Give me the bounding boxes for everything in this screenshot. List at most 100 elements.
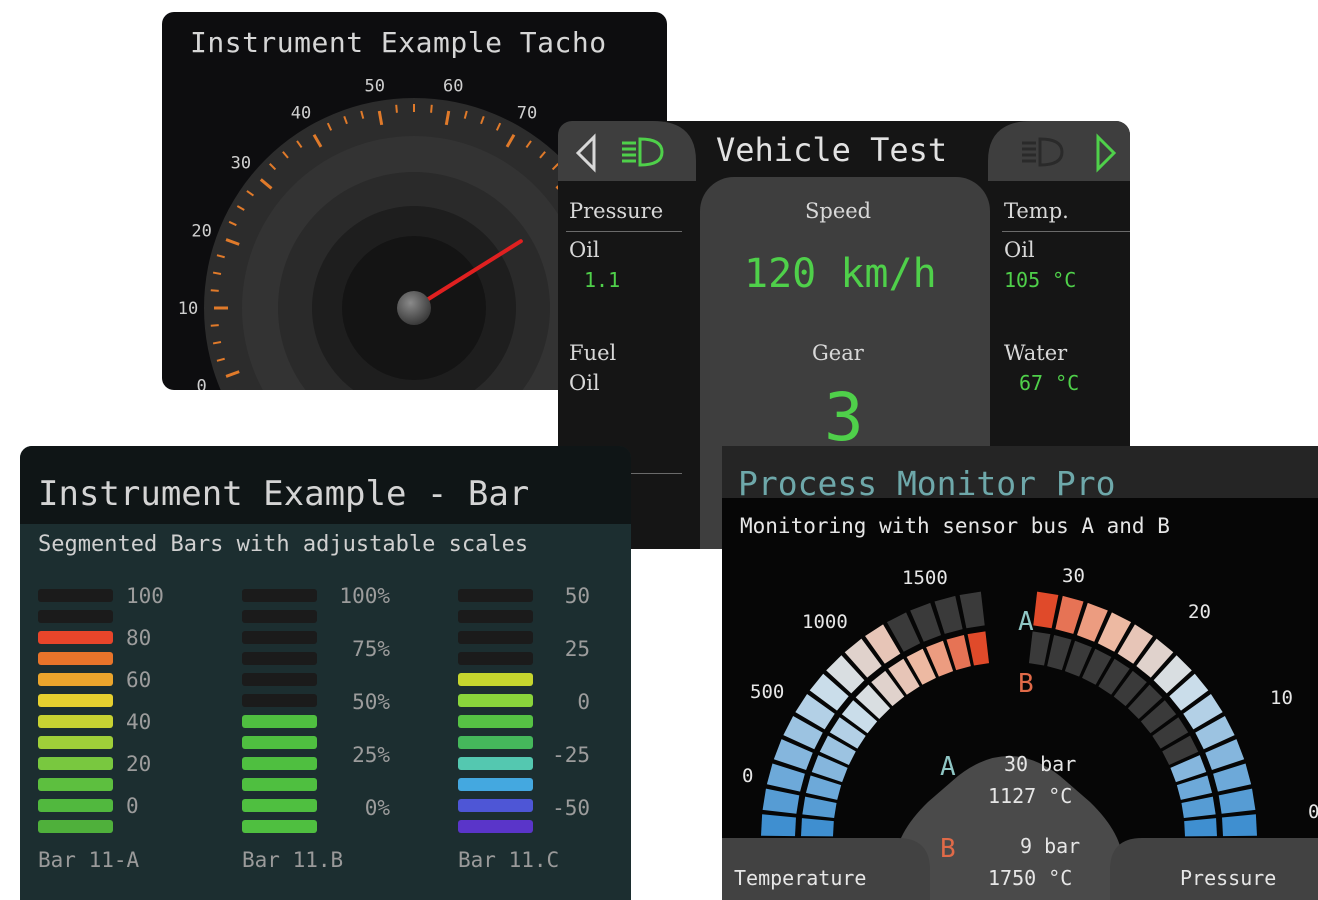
bus-a-temperature: 1127 °C: [988, 784, 1073, 808]
temperature-scale-label: 1000: [802, 611, 848, 633]
tacho-tick: [210, 289, 219, 292]
bar-a-segment: [38, 757, 113, 770]
bar-b-segment: [242, 610, 317, 623]
temperature-a-segment: [761, 814, 796, 837]
arc-label-b: B: [1018, 669, 1034, 699]
bar-c-segment: [458, 610, 533, 623]
arc-label-a: A: [1018, 607, 1034, 637]
bus-a-marker: A: [940, 752, 956, 782]
bar-b-segment: [242, 778, 317, 791]
tacho-scale-label: 10: [178, 299, 198, 319]
bar-b-segment: [242, 673, 317, 686]
pressure-b-segment: [1181, 796, 1216, 819]
temperature-scale-label: 0: [742, 765, 753, 787]
tacho-scale-label: 0: [197, 376, 207, 390]
bus-b-pressure: 9 bar: [1020, 834, 1081, 858]
bar-a-label: Bar 11-A: [38, 848, 140, 872]
temperature-scale-label: 1500: [902, 567, 948, 589]
temperature-b-segment: [802, 796, 837, 819]
bar-c-scale-label: -25: [552, 743, 590, 767]
bar-b-scale-label: 75%: [352, 637, 390, 661]
bar-b-label: Bar 11.B: [242, 848, 344, 872]
bar-a-scale-label: 20: [126, 752, 152, 776]
pressure-heading: Pressure: [569, 199, 664, 223]
bar-c-segment: [458, 589, 533, 602]
temperature-b-segment: [967, 631, 990, 666]
tacho-tick: [210, 324, 219, 327]
bar-instrument-panel: Instrument Example - Bar Segmented Bars …: [20, 446, 631, 900]
bar-b-segment: [242, 589, 317, 602]
pressure-a-segment: [1033, 591, 1059, 629]
bar-c-segment: [458, 631, 533, 644]
speed-heading: Speed: [805, 199, 872, 223]
bar-b-segment: [242, 736, 317, 749]
temp-divider: [1002, 231, 1130, 232]
tacho-tick: [212, 271, 222, 275]
bar-a-segment: [38, 778, 113, 791]
pressure-a-segment: [1222, 814, 1257, 837]
process-dual-gauge: 0 500 1000 1500 30 20 10 0 A B: [722, 565, 1318, 900]
gear-label: Gear: [812, 341, 864, 365]
bus-a-pressure: 30 bar: [1004, 752, 1077, 776]
temp-oil-label: Oil: [1004, 238, 1035, 262]
bar-a-scale-label: 60: [126, 668, 152, 692]
pressure-fuel-oil-label: Oil: [569, 371, 600, 395]
tacho-hub: [397, 291, 431, 325]
bar-c-segment: [458, 715, 533, 728]
pressure-scale-label: 0: [1308, 801, 1318, 823]
bar-c-scale-label: 50: [564, 584, 590, 608]
bus-b-temperature: 1750 °C: [988, 866, 1073, 890]
temperature-a-segment: [959, 591, 985, 629]
next-arrow-icon[interactable]: [1090, 133, 1120, 173]
pressure-oil-value: 1.1: [584, 268, 621, 292]
tacho-scale-label: 20: [191, 222, 211, 242]
speed-value: 120 km/h: [744, 251, 937, 297]
bar-a-scale-label: 100: [126, 584, 164, 608]
bar-a-segment: [38, 694, 113, 707]
bar-subtitle: Segmented Bars with adjustable scales: [38, 532, 529, 557]
bar-b-segment: [242, 694, 317, 707]
vehicle-title: Vehicle Test: [716, 131, 948, 169]
previous-arrow-icon[interactable]: [572, 133, 602, 173]
pressure-scale-label: 10: [1270, 687, 1293, 709]
temp-water-value: 67 °C: [1019, 371, 1080, 395]
pressure-scale-label: 20: [1188, 601, 1211, 623]
bar-a-segment: [38, 799, 113, 812]
tacho-scale-label: 70: [517, 103, 537, 123]
tacho-tick: [212, 341, 222, 345]
bar-b-segment: [242, 715, 317, 728]
temp-oil-value: 105 °C: [1004, 268, 1077, 292]
bar-c-segment: [458, 652, 533, 665]
bar-c-scale-label: 25: [564, 637, 590, 661]
pressure-a-segment: [1218, 788, 1256, 814]
bar-c-segment: [458, 736, 533, 749]
pressure-oil-label: Oil: [569, 238, 600, 262]
bar-b-segment: [242, 799, 317, 812]
tacho-scale-label: 50: [365, 76, 385, 96]
bar-b-scale-label: 50%: [352, 690, 390, 714]
gear-value: 3: [824, 379, 864, 456]
bar-a-segment: [38, 715, 113, 728]
pressure-b-segment: [1184, 818, 1217, 837]
tacho-scale-label: 30: [231, 154, 251, 174]
bar-title: Instrument Example - Bar: [38, 474, 530, 514]
bar-b-segment: [242, 820, 317, 833]
bar-a-segment: [38, 652, 113, 665]
bar-c-scale-label: -50: [552, 796, 590, 820]
bar-c-segment: [458, 694, 533, 707]
bar-a-segment: [38, 736, 113, 749]
tacho-scale-label: 60: [443, 76, 463, 96]
bar-b-segment: [242, 652, 317, 665]
tacho-scale-label: 40: [291, 103, 311, 123]
temp-water-label: Water: [1004, 341, 1068, 365]
bar-b-scale-label: 100%: [339, 584, 390, 608]
bar-b-scale-label: 25%: [352, 743, 390, 767]
bar-c-segment: [458, 820, 533, 833]
bar-b-scale-label: 0%: [364, 796, 390, 820]
bar-b-segment: [242, 757, 317, 770]
bar-a-scale-label: 80: [126, 626, 152, 650]
bar-c-label: Bar 11.C: [458, 848, 560, 872]
bar-a-segment: [38, 589, 113, 602]
temp-heading: Temp.: [1004, 199, 1069, 223]
bar-a-scale-label: 0: [126, 794, 139, 818]
